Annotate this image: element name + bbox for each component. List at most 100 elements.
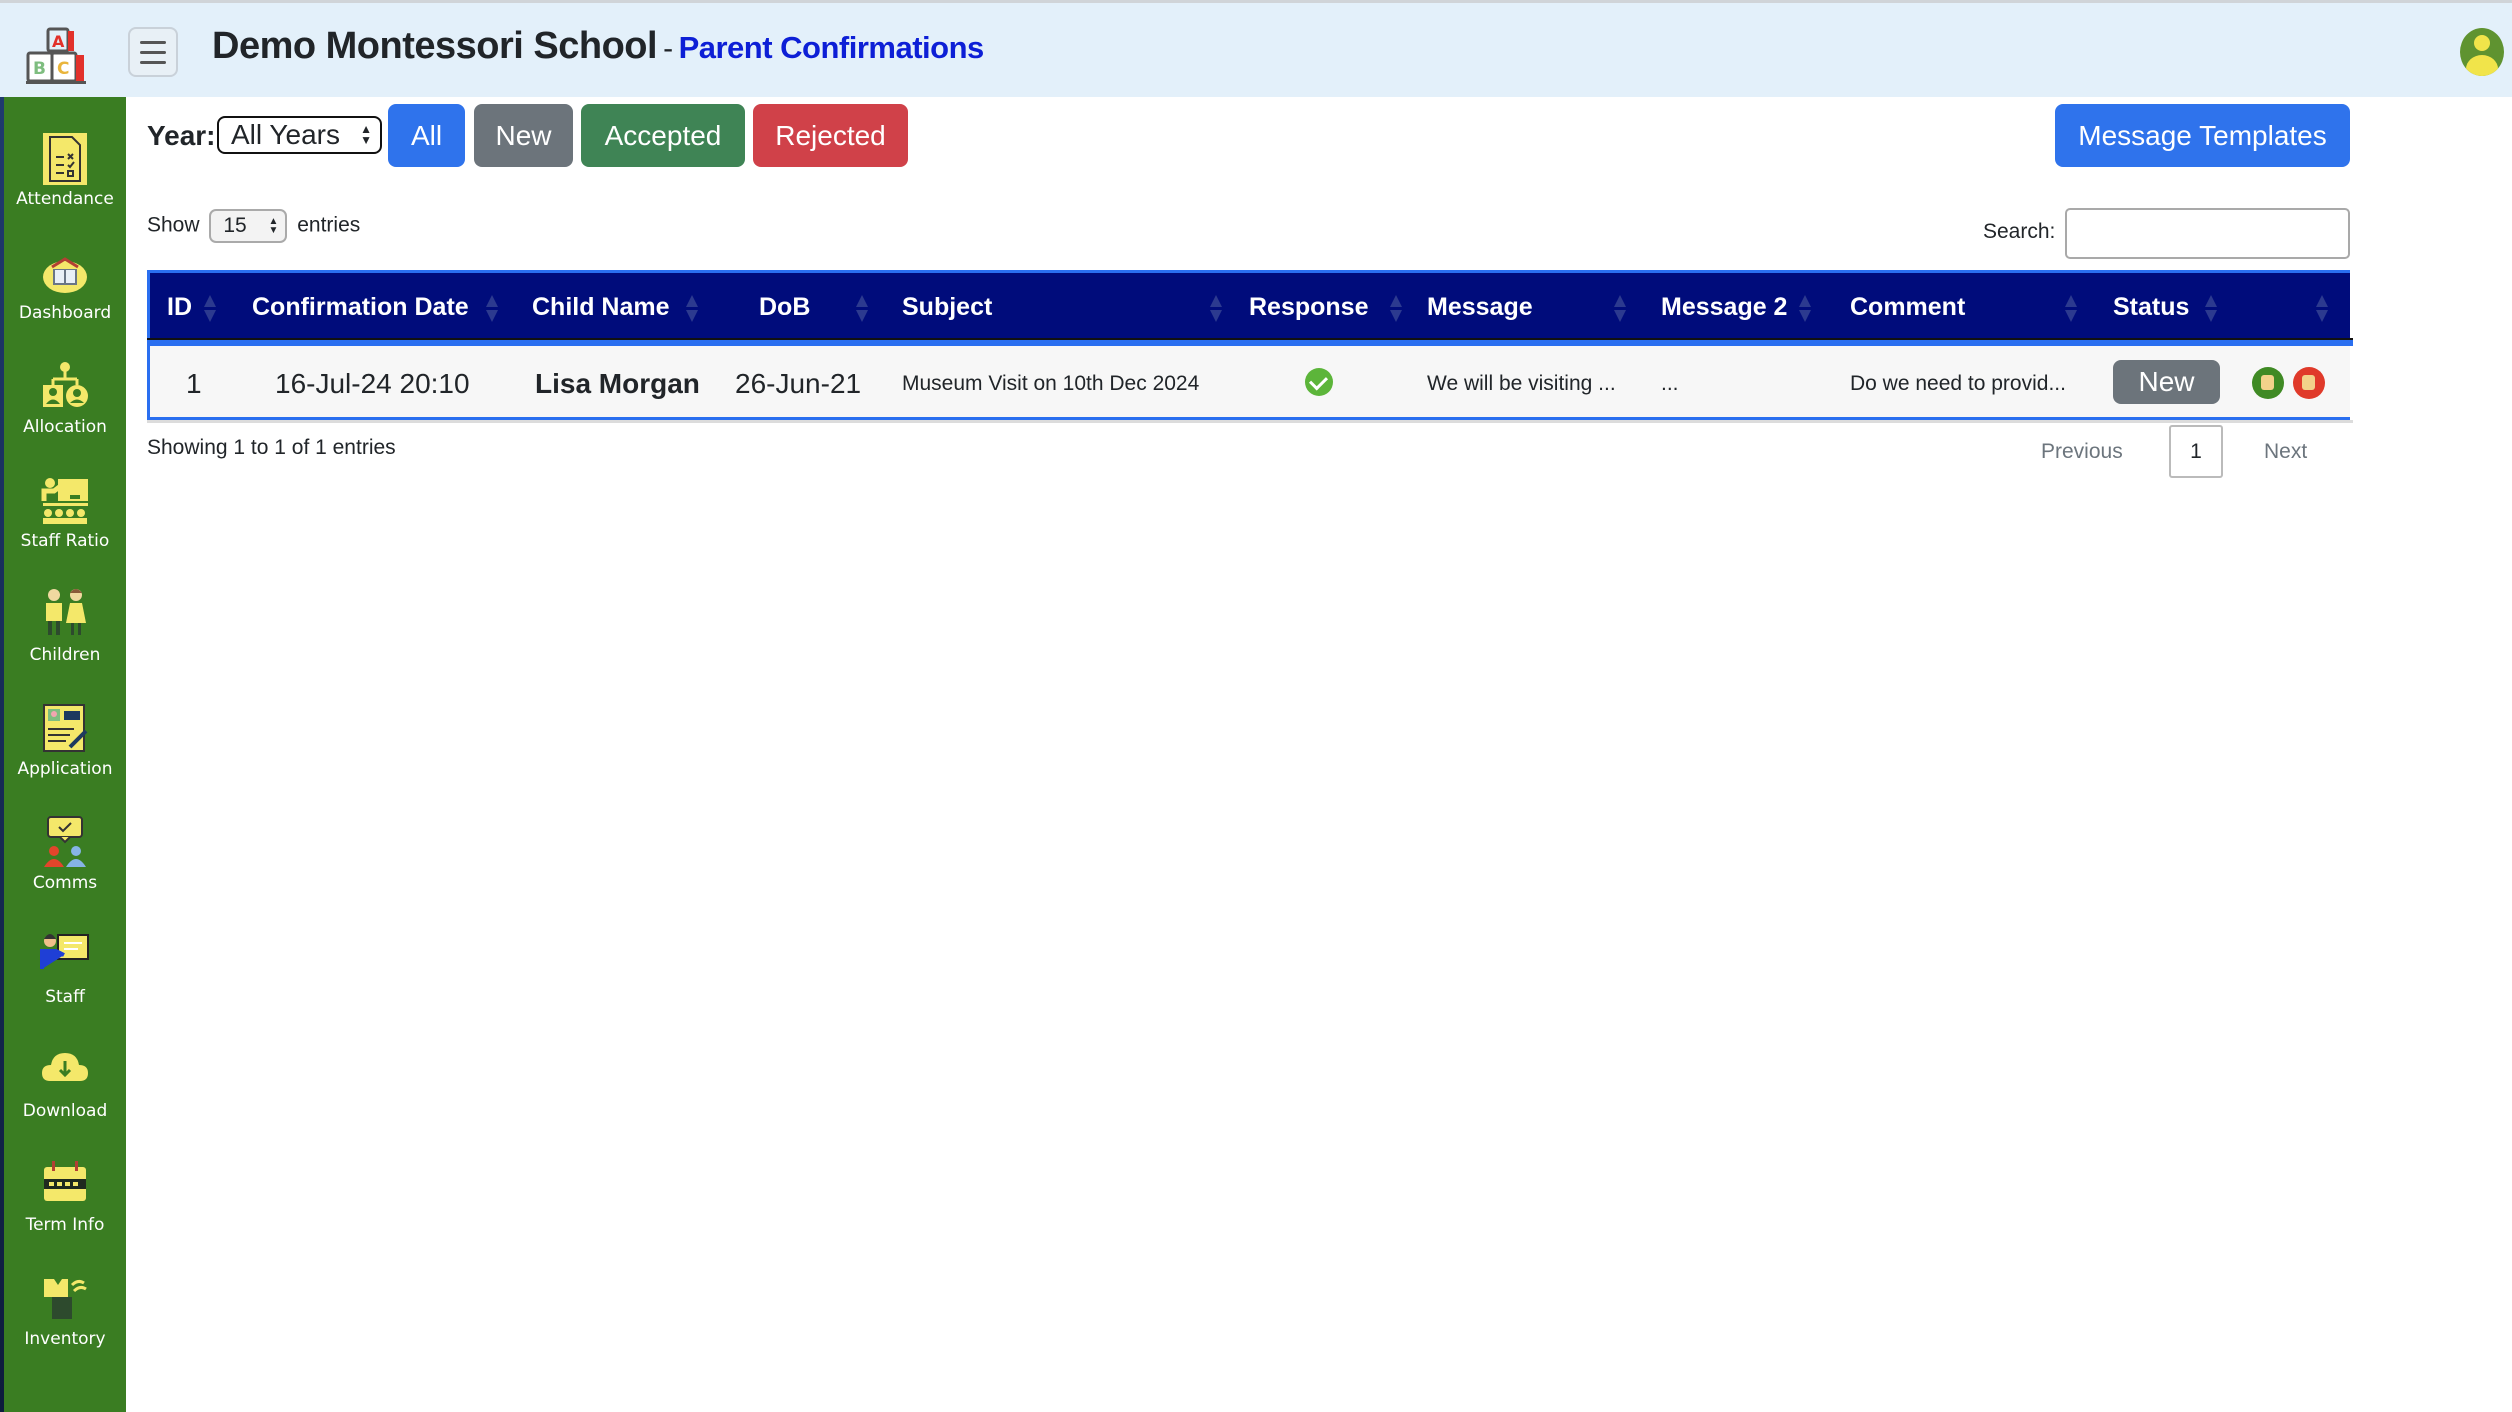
- sort-icon[interactable]: [2065, 295, 2077, 323]
- message-templates-button[interactable]: Message Templates: [2055, 104, 2350, 167]
- sort-icon[interactable]: [1390, 295, 1402, 323]
- cell-subject: Museum Visit on 10th Dec 2024: [902, 372, 1200, 395]
- attendance-checklist-icon: [43, 133, 87, 185]
- sidebar-label: Staff Ratio: [20, 531, 110, 551]
- sidebar-item-allocation[interactable]: Allocation: [4, 359, 126, 469]
- table-header: ID Confirmation Date Child Name DoB Subj…: [147, 270, 2353, 346]
- entries-select-value: 15: [223, 214, 247, 237]
- dashboard-book-icon: [43, 257, 87, 293]
- cell-dob: 26-Jun-21: [735, 368, 862, 399]
- column-header-child-name[interactable]: Child Name: [532, 293, 670, 322]
- cell-comment: Do we need to provid...: [1850, 372, 2066, 395]
- uniform-inventory-icon: [44, 1279, 87, 1319]
- sort-icon[interactable]: [204, 295, 216, 323]
- sort-icon[interactable]: [856, 295, 868, 323]
- filter-rejected-button[interactable]: Rejected: [753, 104, 908, 167]
- column-header-response[interactable]: Response: [1249, 293, 1368, 322]
- year-label: Year:: [147, 120, 216, 151]
- thumbs-up-hand: [2261, 375, 2274, 390]
- cloud-download-icon: [42, 1053, 88, 1081]
- year-select[interactable]: All Years ▲ ▼: [217, 116, 382, 154]
- column-header-subject[interactable]: Subject: [902, 293, 992, 322]
- sidebar-item-dashboard[interactable]: Dashboard: [4, 245, 126, 355]
- sidebar-label: Staff: [45, 987, 85, 1007]
- entries-length-control: Show 15 ▲ ▼ entries: [147, 209, 360, 243]
- allocation-chart-icon: [43, 362, 88, 407]
- filter-all-button[interactable]: All: [388, 104, 465, 167]
- sidebar-item-download[interactable]: Download: [4, 1043, 126, 1153]
- table-info: Showing 1 to 1 of 1 entries: [147, 436, 396, 459]
- hamburger-icon: [140, 41, 166, 44]
- pagination-next[interactable]: Next: [2264, 440, 2307, 464]
- sidebar-item-application[interactable]: Application: [4, 701, 126, 811]
- column-header-message[interactable]: Message: [1427, 293, 1533, 322]
- school-name: Demo Montessori School: [212, 25, 658, 67]
- sidebar-item-inventory[interactable]: Inventory: [4, 1271, 126, 1381]
- page-subtitle: Parent Confirmations: [678, 30, 985, 65]
- sidebar-item-term-info[interactable]: Term Info: [4, 1157, 126, 1267]
- entries-select[interactable]: 15 ▲ ▼: [209, 209, 288, 243]
- sort-icon[interactable]: [2316, 295, 2328, 323]
- filter-new-button[interactable]: New: [474, 104, 573, 167]
- column-header-confirmation-date[interactable]: Confirmation Date: [252, 293, 469, 322]
- sidebar-label: Attendance: [16, 189, 114, 209]
- sidebar-item-staff[interactable]: Staff: [4, 929, 126, 1039]
- sidebar-item-staff-ratio[interactable]: Staff Ratio: [4, 473, 126, 583]
- cell-child-name: Lisa Morgan: [535, 368, 700, 399]
- cell-message: We will be visiting ...: [1427, 372, 1616, 395]
- sidebar-label: Comms: [32, 873, 98, 893]
- svg-text:A: A: [52, 32, 65, 51]
- user-avatar-icon[interactable]: [2460, 28, 2504, 76]
- filter-accepted-button[interactable]: Accepted: [581, 104, 745, 167]
- sidebar-label: Children: [29, 645, 101, 665]
- show-label: Show: [147, 213, 200, 237]
- cell-id: 1: [186, 368, 202, 399]
- title-separator: -: [663, 32, 673, 65]
- confirmations-table: ID Confirmation Date Child Name DoB Subj…: [147, 270, 2353, 423]
- sidebar-label: Download: [22, 1101, 108, 1121]
- year-select-value: All Years: [231, 119, 340, 150]
- chat-people-icon: [44, 816, 86, 867]
- calendar-icon: [44, 1161, 86, 1201]
- sort-icon[interactable]: [1799, 295, 1811, 323]
- sidebar-item-comms[interactable]: Comms: [4, 815, 126, 925]
- select-arrows-icon: ▲ ▼: [268, 216, 279, 236]
- sort-icon[interactable]: [686, 295, 698, 323]
- sort-icon[interactable]: [1614, 295, 1626, 323]
- sort-icon[interactable]: [1210, 295, 1222, 323]
- column-header-id[interactable]: ID: [167, 293, 192, 322]
- svg-text:B: B: [33, 59, 46, 79]
- search-input[interactable]: [2065, 208, 2350, 259]
- hamburger-menu-button[interactable]: [128, 27, 178, 77]
- cell-message-2: ...: [1661, 372, 1679, 395]
- pagination-previous[interactable]: Previous: [2041, 440, 2123, 464]
- teacher-class-icon: [41, 478, 88, 524]
- column-header-message-2[interactable]: Message 2: [1661, 293, 1787, 322]
- page-title: Demo Montessori School - Parent Confirmati…: [212, 25, 984, 68]
- status-badge: New: [2113, 360, 2220, 404]
- thumbs-down-hand: [2302, 375, 2315, 390]
- column-header-status[interactable]: Status: [2113, 293, 2189, 322]
- table-row[interactable]: 1 16-Jul-24 20:10 Lisa Morgan 26-Jun-21 …: [147, 346, 2353, 423]
- search-label: Search:: [1983, 220, 2056, 243]
- sidebar-item-attendance[interactable]: Attendance: [4, 131, 126, 241]
- pagination-page-1[interactable]: 1: [2169, 425, 2223, 478]
- green-check-icon: [1305, 368, 1333, 396]
- sidebar-item-children[interactable]: Children: [4, 587, 126, 697]
- entries-label: entries: [297, 213, 361, 237]
- sidebar: Attendance Dashboard Allocation Staff Ra…: [0, 97, 126, 1412]
- thumbs-down-icon[interactable]: [2293, 367, 2325, 399]
- cell-confirmation-date: 16-Jul-24 20:10: [275, 368, 470, 399]
- application-form-icon: [43, 704, 88, 752]
- sidebar-label: Application: [17, 759, 113, 779]
- thumbs-up-icon[interactable]: [2252, 367, 2284, 399]
- abc-blocks-icon[interactable]: A B C: [22, 27, 94, 87]
- sidebar-label: Inventory: [24, 1329, 106, 1349]
- column-header-comment[interactable]: Comment: [1850, 293, 1965, 322]
- top-header: A B C Demo Montessori School - Parent Conf…: [0, 3, 2512, 97]
- hamburger-icon-line: [140, 51, 166, 54]
- sort-icon[interactable]: [2205, 295, 2217, 323]
- sort-icon[interactable]: [486, 295, 498, 323]
- sidebar-label: Term Info: [25, 1215, 105, 1235]
- column-header-dob[interactable]: DoB: [759, 293, 810, 322]
